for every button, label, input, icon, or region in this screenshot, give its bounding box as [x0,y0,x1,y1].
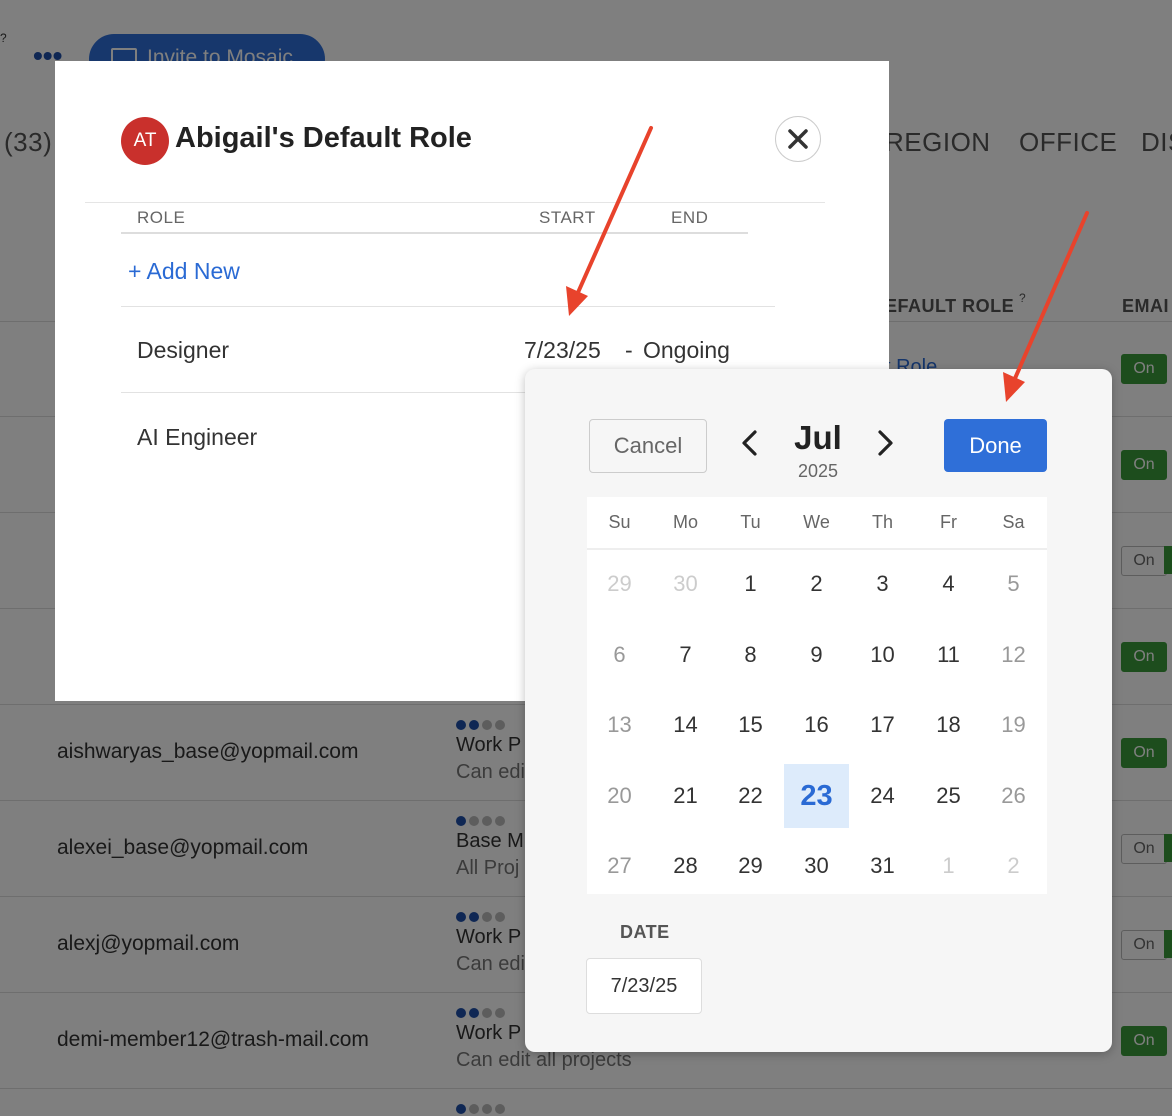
annotation-arrow [566,126,653,316]
annotation-arrows [566,126,1089,402]
annotation-arrow [1003,211,1089,402]
